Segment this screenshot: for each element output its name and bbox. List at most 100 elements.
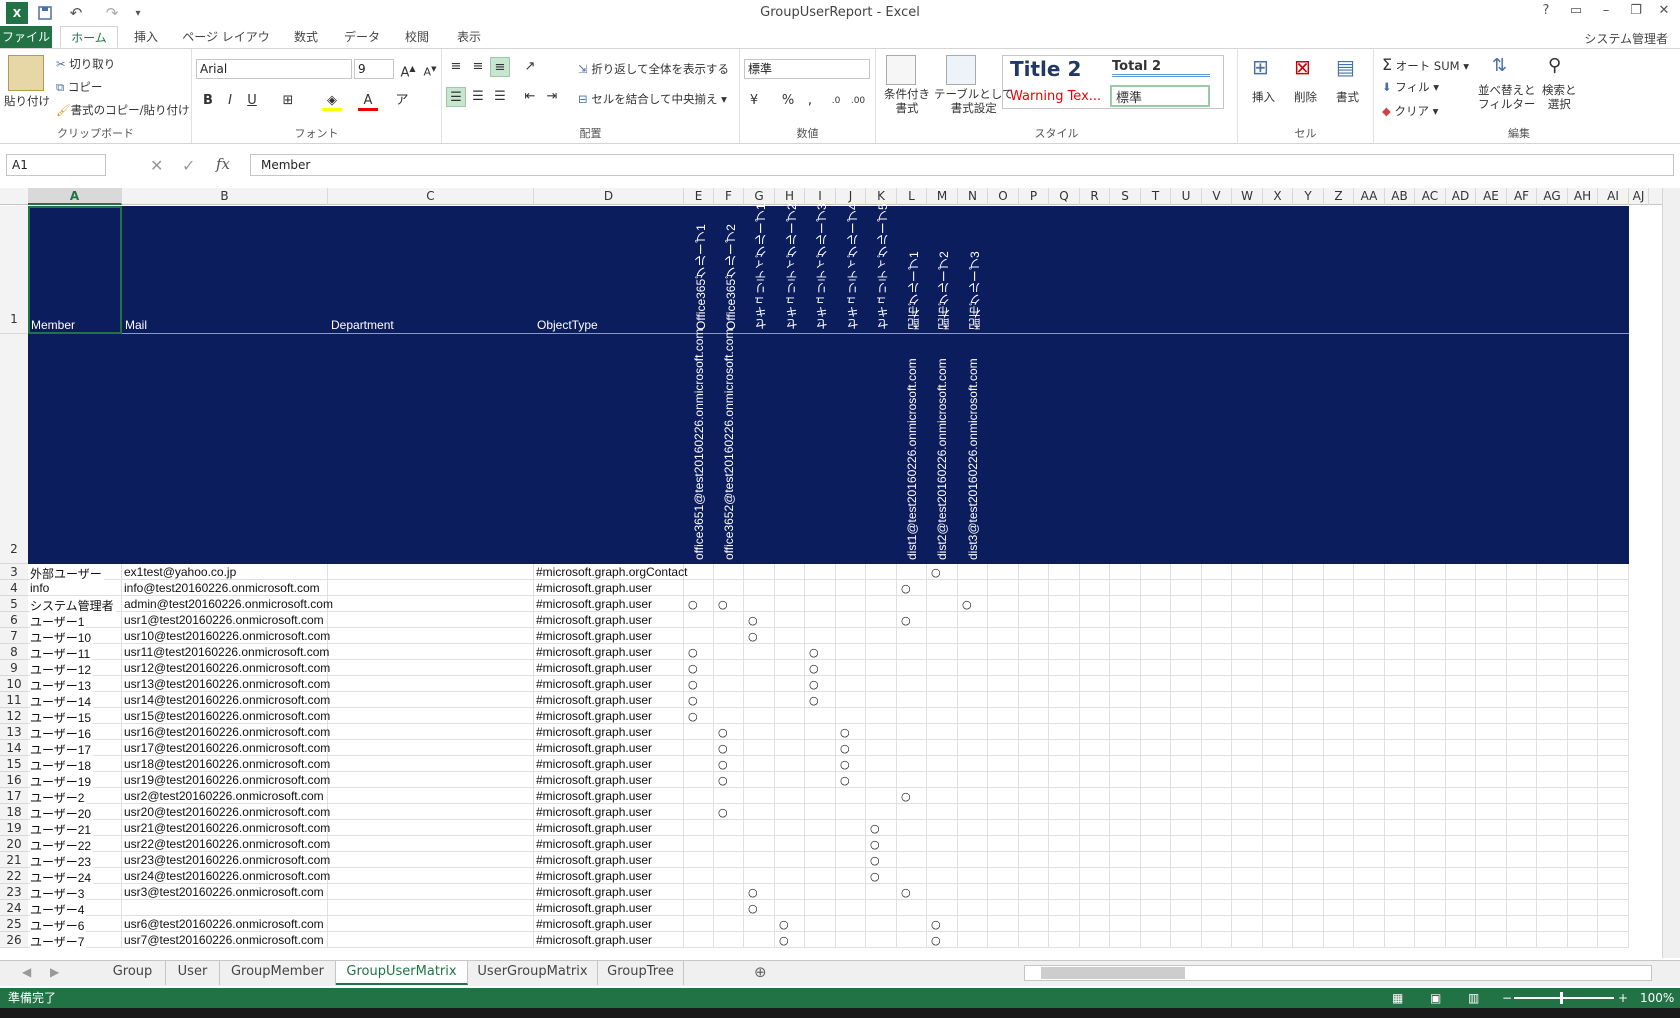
membership-mark[interactable]: ○ [809,694,819,707]
mail-cell[interactable]: ex1test@yahoo.co.jp [124,565,236,579]
column-header[interactable]: Z [1324,188,1354,205]
mail-cell[interactable]: usr24@test20160226.onmicrosoft.com [124,869,330,883]
group-name-header[interactable]: セキュリティグループ3 [813,203,830,330]
user-name[interactable]: システム管理者 [1584,30,1668,47]
column-header[interactable]: AG [1537,188,1568,205]
align-top-icon[interactable]: ≡ [446,57,466,77]
membership-mark[interactable]: ○ [718,758,728,771]
group-mail-header[interactable]: dist1@test20160226.onmicrosoft.com [905,338,919,560]
objecttype-cell[interactable]: #microsoft.graph.user [536,597,652,611]
column-header[interactable]: T [1141,188,1171,205]
membership-mark[interactable]: ○ [870,838,880,851]
mail-cell[interactable]: usr6@test20160226.onmicrosoft.com [124,917,324,931]
membership-mark[interactable]: ○ [688,646,698,659]
font-color-icon[interactable]: A [358,91,378,111]
tab-file[interactable]: ファイル [0,26,52,48]
align-right-icon[interactable]: ☰ [490,87,510,107]
delete-cells-icon[interactable]: ⊠ [1294,55,1311,79]
membership-mark[interactable]: ○ [688,662,698,675]
header-cell[interactable]: Mail [125,318,147,332]
horizontal-scroll-thumb[interactable] [1041,967,1185,979]
sheet-tab[interactable]: UserGroupMatrix [468,961,598,985]
delete-cells-button[interactable]: 削除 [1294,89,1317,105]
objecttype-cell[interactable]: #microsoft.graph.user [536,741,652,755]
scroll-tabs-left-icon[interactable]: ◀ [22,965,31,979]
tab-page-layout[interactable]: ページ レイアウト [180,26,272,66]
row-header[interactable]: 12 [0,708,28,724]
sheet-tab[interactable]: GroupUserMatrix [336,961,468,985]
column-header[interactable]: AA [1354,188,1385,205]
zoom-slider-thumb[interactable] [1560,992,1563,1004]
tab-insert[interactable]: 挿入 [124,26,168,48]
close-icon[interactable]: ✕ [1651,3,1677,23]
member-cell[interactable]: ユーザー12 [30,661,94,678]
membership-mark[interactable]: ○ [688,598,698,611]
row-header[interactable]: 19 [0,820,28,836]
tab-data[interactable]: データ [338,26,386,48]
vertical-scrollbar[interactable] [1662,188,1680,958]
objecttype-cell[interactable]: #microsoft.graph.user [536,837,652,851]
normal-view-icon[interactable]: ▦ [1392,988,1403,1008]
membership-mark[interactable]: ○ [931,566,941,579]
group-name-header[interactable]: 配布グループ1 [905,210,922,330]
sort-filter-button[interactable]: 並べ替えと フィルター [1478,83,1536,111]
formula-input[interactable]: Member [250,154,1674,176]
zoom-slider[interactable] [1514,997,1614,999]
mail-cell[interactable]: admin@test20160226.onmicrosoft.com [124,597,333,611]
objecttype-cell[interactable]: #microsoft.graph.user [536,805,652,819]
fill-button[interactable]: ⬇ フィル ▾ [1382,79,1439,95]
objecttype-cell[interactable]: #microsoft.graph.user [536,869,652,883]
membership-mark[interactable]: ○ [718,598,728,611]
column-header[interactable]: O [988,188,1019,205]
member-cell[interactable]: ユーザー18 [30,757,94,774]
row-header[interactable]: 24 [0,900,28,916]
mail-cell[interactable]: usr18@test20160226.onmicrosoft.com [124,757,330,771]
insert-cells-button[interactable]: 挿入 [1252,89,1275,105]
page-layout-view-icon[interactable]: ▣ [1430,988,1441,1008]
paste-button[interactable]: 貼り付け [4,93,50,109]
member-cell[interactable]: ユーザー7 [30,933,87,950]
insert-function-icon[interactable]: fx [216,155,230,173]
member-cell[interactable]: ユーザー15 [30,709,94,726]
column-header[interactable]: AI [1598,188,1629,205]
minimize-icon[interactable]: – [1593,3,1619,23]
membership-mark[interactable]: ○ [901,886,911,899]
member-cell[interactable]: ユーザー2 [30,789,87,806]
objecttype-cell[interactable]: #microsoft.graph.user [536,853,652,867]
objecttype-cell[interactable]: #microsoft.graph.user [536,709,652,723]
column-header[interactable]: L [897,188,927,205]
member-cell[interactable]: ユーザー11 [30,645,93,662]
membership-mark[interactable]: ○ [870,870,880,883]
row-header[interactable]: 6 [0,612,28,628]
decrease-decimal-icon[interactable]: .00 [848,91,868,111]
member-cell[interactable]: ユーザー21 [30,821,94,838]
column-header[interactable]: B [122,188,328,205]
membership-mark[interactable]: ○ [870,822,880,835]
mail-cell[interactable]: info@test20160226.onmicrosoft.com [124,581,320,595]
wrap-text-button[interactable]: ⇲ 折り返して全体を表示する [578,61,729,77]
member-cell[interactable]: ユーザー14 [30,693,94,710]
tab-formulas[interactable]: 数式 [284,26,328,48]
italic-button[interactable]: I [220,91,240,111]
row-header[interactable]: 11 [0,692,28,708]
membership-mark[interactable]: ○ [840,774,850,787]
style-warning[interactable]: Warning Tex... [1010,89,1101,104]
binoculars-icon[interactable]: ⚲ [1548,55,1561,76]
cut-button[interactable]: ✂ 切り取り [56,56,115,72]
row-header[interactable]: 8 [0,644,28,660]
sort-filter-icon[interactable]: ⇅ [1492,55,1507,76]
mail-cell[interactable]: usr7@test20160226.onmicrosoft.com [124,933,324,947]
membership-mark[interactable]: ○ [901,790,911,803]
membership-mark[interactable]: ○ [688,710,698,723]
group-mail-header[interactable]: dist2@test20160226.onmicrosoft.com [935,338,949,560]
decrease-font-icon[interactable]: A▼ [420,59,440,79]
member-cell[interactable]: ユーザー1 [30,613,87,630]
objecttype-cell[interactable]: #microsoft.graph.orgContact [536,565,687,579]
row-header[interactable]: 10 [0,676,28,692]
member-cell[interactable]: ユーザー17 [30,741,94,758]
membership-mark[interactable]: ○ [748,614,758,627]
row-header[interactable]: 20 [0,836,28,852]
member-cell[interactable]: ユーザー10 [30,629,94,646]
row-header[interactable]: 3 [0,564,28,580]
group-name-header[interactable]: セキュリティグループ1 [752,203,769,330]
